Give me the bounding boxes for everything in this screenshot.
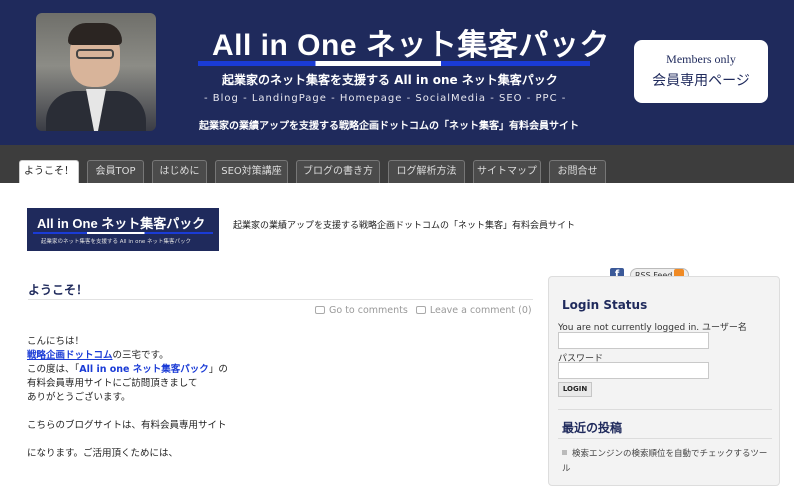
- post-line: こちらのブログサイトは、有料会員専用サイト: [27, 420, 227, 431]
- members-only-button[interactable]: Members only 会員専用ページ: [634, 40, 768, 103]
- post-line: になります。ご活用頂くためには、: [27, 448, 179, 459]
- username-field[interactable]: [558, 332, 709, 349]
- recent-posts-heading: 最近の投稿: [562, 421, 623, 435]
- login-button[interactable]: LOGIN: [558, 382, 592, 397]
- tab-welcome[interactable]: ようこそ！: [19, 160, 79, 183]
- post-title[interactable]: ようこそ！: [28, 281, 88, 298]
- post-line: 戦略企画ドットコムの三宅です。: [27, 350, 169, 361]
- leave-comment-link[interactable]: Leave a comment (0): [430, 305, 532, 316]
- divider: [558, 438, 772, 439]
- members-only-label: Members only: [666, 52, 736, 66]
- senryaku-kikaku-link[interactable]: 戦略企画ドットコム: [27, 350, 113, 361]
- header-description: 起業家の業績アップを支援する戦略企画ドットコムの「ネット集客」有料会員サイト: [199, 121, 579, 132]
- site-logo-title: All in One ネット集客パック: [37, 216, 206, 231]
- header-tagline: - Blog - LandingPage - Homepage - Social…: [204, 93, 567, 104]
- header-title-underline: [198, 61, 590, 66]
- site-description: 起業家の業績アップを支援する戦略企画ドットコムの「ネット集客」有料会員サイト: [233, 221, 576, 231]
- members-page-label: 会員専用ページ: [652, 73, 750, 89]
- tab-log-analysis[interactable]: ログ解析方法: [388, 160, 465, 183]
- comment-icon: [315, 306, 325, 314]
- site-header: All in One ネット集客パック 起業家のネット集客を支援する All i…: [0, 0, 794, 145]
- comment-links: Go to comments Leave a comment (0): [315, 305, 532, 316]
- divider: [558, 409, 772, 410]
- post-line: ありがとうございます。: [27, 392, 131, 403]
- post-line: 有料会員専用サイトにご訪問頂きまして: [27, 378, 198, 389]
- divider: [28, 299, 533, 300]
- tab-seo-course[interactable]: SEO対策講座: [215, 160, 288, 183]
- author-photo: [36, 13, 156, 131]
- go-to-comments-link[interactable]: Go to comments: [329, 305, 408, 316]
- tab-sitemap[interactable]: サイトマップ: [473, 160, 541, 183]
- header-title[interactable]: All in One ネット集客パック: [212, 20, 609, 64]
- post-body: こんにちは！ 戦略企画ドットコムの三宅です。 この度は、「All in one …: [27, 335, 228, 461]
- site-logo-subtitle: 起業家のネット集客を支援する All in one ネット集客パック: [41, 239, 192, 245]
- bullet-icon: [562, 450, 567, 455]
- tab-blog-writing[interactable]: ブログの書き方: [296, 160, 380, 183]
- tab-introduction[interactable]: はじめに: [152, 160, 207, 183]
- recent-post-link[interactable]: 検索エンジンの検索順位を自動でチェックするツール: [562, 449, 767, 474]
- login-status-heading: Login Status: [562, 298, 648, 312]
- sidebar: Login Status You are not currently logge…: [548, 276, 780, 486]
- tab-contact[interactable]: お問合せ: [549, 160, 606, 183]
- main-nav: ようこそ！ 会員TOP はじめに SEO対策講座 ブログの書き方 ログ解析方法 …: [0, 145, 794, 183]
- add-comment-icon: [415, 306, 426, 314]
- header-subtitle: 起業家のネット集客を支援する All in one ネット集客パック: [222, 73, 558, 87]
- site-logo[interactable]: All in One ネット集客パック 起業家のネット集客を支援する All i…: [27, 208, 219, 251]
- tab-member-top[interactable]: 会員TOP: [87, 160, 144, 183]
- recent-post-item: 検索エンジンの検索順位を自動でチェックするツール: [562, 447, 772, 477]
- post-line: この度は、「All in one ネット集客パック」の: [27, 364, 228, 375]
- post-line: こんにちは！: [27, 336, 85, 347]
- product-name: All in one ネット集客パック: [79, 364, 209, 375]
- password-field[interactable]: [558, 362, 709, 379]
